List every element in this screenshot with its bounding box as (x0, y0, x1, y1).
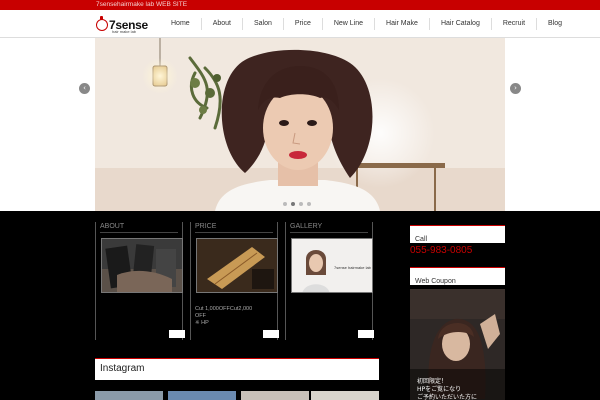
slider-dot[interactable] (307, 202, 311, 206)
nav-about[interactable]: About (200, 18, 242, 30)
price-title: PRICE (195, 223, 217, 230)
apple-logo-icon (96, 16, 108, 31)
coupon-label: Web Coupon (415, 278, 456, 285)
nav-hair-make[interactable]: Hair Make (374, 18, 429, 30)
nav-new-line[interactable]: New Line (321, 18, 374, 30)
comb-photo (197, 239, 277, 292)
about-title: ABOUT (100, 223, 125, 230)
logo[interactable]: 7sense hair make lab (96, 16, 148, 34)
price-more-button[interactable] (263, 330, 279, 338)
product-photo (102, 239, 182, 292)
slider-dots (283, 202, 311, 206)
call-label: Call (415, 236, 428, 243)
instagram-thumb[interactable] (168, 391, 236, 400)
nav-blog[interactable]: Blog (536, 18, 573, 30)
phone-number[interactable]: 055-983-0805 (410, 245, 472, 256)
instagram-section: Instagram (95, 358, 379, 380)
gallery-image[interactable]: 7sense hairmake lab (291, 238, 373, 293)
gallery-title: GALLERY (290, 223, 323, 230)
main-nav: Home About Salon Price New Line Hair Mak… (160, 10, 573, 38)
slider-next-arrow-icon[interactable]: › (510, 83, 521, 94)
hero-slide-image (95, 38, 505, 211)
gallery-panel: GALLERY 7sense hairmake lab (285, 222, 373, 340)
about-image[interactable] (101, 238, 183, 293)
divider (290, 232, 368, 233)
coupon-header: Web Coupon (410, 267, 505, 285)
slider-dot-active[interactable] (291, 202, 295, 206)
slider-dot[interactable] (283, 202, 287, 206)
nav-price[interactable]: Price (282, 18, 322, 30)
nav-hair-catalog[interactable]: Hair Catalog (428, 18, 491, 30)
slider-prev-arrow-icon[interactable]: ‹ (79, 83, 90, 94)
divider (195, 232, 273, 233)
call-box: Call (410, 225, 505, 243)
site-tagline: 7sensehairmake lab WEB SITE (96, 1, 188, 8)
coupon-line3: ご予約いただいた方に (417, 394, 478, 400)
instagram-thumb[interactable] (95, 391, 163, 400)
slider-dot[interactable] (299, 202, 303, 206)
logo-sub: hair make lab (112, 29, 137, 34)
instagram-title: Instagram (100, 363, 145, 374)
instagram-thumb[interactable] (241, 391, 309, 400)
top-bar: 7sensehairmake lab WEB SITE (0, 0, 600, 10)
gallery-more-button[interactable] (358, 330, 374, 338)
about-panel: ABOUT (95, 222, 183, 340)
divider (100, 232, 178, 233)
nav-recruit[interactable]: Recruit (490, 18, 536, 30)
hero-photo (95, 38, 505, 211)
header: 7sense hair make lab Home About Salon Pr… (0, 10, 600, 38)
price-image[interactable] (196, 238, 278, 293)
instagram-thumb[interactable] (311, 391, 379, 400)
nav-salon[interactable]: Salon (241, 18, 283, 30)
price-text-line3: ※ HP (195, 320, 209, 326)
hero-section (0, 38, 600, 211)
about-more-button[interactable] (169, 330, 185, 338)
nav-home[interactable]: Home (160, 18, 201, 30)
gallery-caption: 7sense hairmake lab (334, 265, 371, 270)
